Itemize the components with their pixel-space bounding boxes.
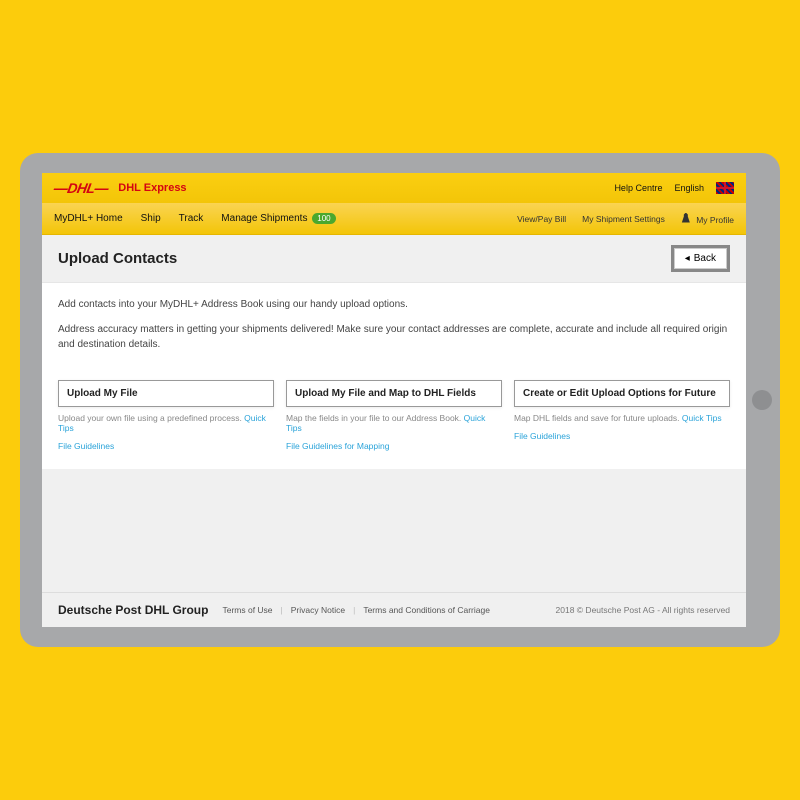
option-map-to-dhl: Upload My File and Map to DHL Fields Map… xyxy=(286,380,502,451)
future-options-guidelines[interactable]: File Guidelines xyxy=(514,431,570,441)
back-button-wrap: ◂ Back xyxy=(671,245,730,272)
brand-label: DHL Express xyxy=(118,182,186,194)
tablet-home-button[interactable] xyxy=(752,390,772,410)
back-button[interactable]: ◂ Back xyxy=(674,248,727,269)
footer-separator-1: | xyxy=(281,605,283,615)
nav-track[interactable]: Track xyxy=(179,213,204,224)
future-options-desc: Map DHL fields and save for future uploa… xyxy=(514,413,730,423)
upload-and-map-button[interactable]: Upload My File and Map to DHL Fields xyxy=(286,380,502,407)
upload-and-map-guidelines[interactable]: File Guidelines for Mapping xyxy=(286,441,389,451)
footer-copyright: 2018 © Deutsche Post AG - All rights res… xyxy=(556,605,730,615)
language-selector[interactable]: English xyxy=(674,183,704,193)
footer-separator-2: | xyxy=(353,605,355,615)
nav-manage-label: Manage Shipments xyxy=(221,213,307,224)
help-centre-link[interactable]: Help Centre xyxy=(614,183,662,193)
page-title: Upload Contacts xyxy=(58,250,177,267)
future-options-quick-tips[interactable]: Quick Tips xyxy=(682,413,722,423)
top-brand-bar: —DHL— DHL Express Help Centre English xyxy=(42,173,746,203)
app-screen: —DHL— DHL Express Help Centre English My… xyxy=(42,173,746,627)
nav-view-pay-bill[interactable]: View/Pay Bill xyxy=(517,214,566,224)
back-button-label: Back xyxy=(694,253,716,264)
footer-carriage-link[interactable]: Terms and Conditions of Carriage xyxy=(363,605,490,615)
footer-terms-link[interactable]: Terms of Use xyxy=(222,605,272,615)
upload-my-file-guidelines[interactable]: File Guidelines xyxy=(58,441,114,451)
nav-my-profile[interactable]: My Profile xyxy=(681,213,734,225)
upload-my-file-desc: Upload your own file using a predefined … xyxy=(58,413,274,433)
upload-and-map-desc-text: Map the fields in your file to our Addre… xyxy=(286,413,464,423)
upload-and-map-desc: Map the fields in your file to our Addre… xyxy=(286,413,502,433)
intro-paragraph-2: Address accuracy matters in getting your… xyxy=(58,322,730,352)
nav-manage-badge: 100 xyxy=(312,213,335,224)
future-options-button[interactable]: Create or Edit Upload Options for Future xyxy=(514,380,730,407)
upload-my-file-button[interactable]: Upload My File xyxy=(58,380,274,407)
nav-home[interactable]: MyDHL+ Home xyxy=(54,213,123,224)
nav-shipment-settings[interactable]: My Shipment Settings xyxy=(582,214,665,224)
content-spacer xyxy=(42,469,746,592)
footer-brand: Deutsche Post DHL Group xyxy=(58,603,208,617)
nav-my-profile-label: My Profile xyxy=(696,215,734,225)
dhl-logo: —DHL— xyxy=(53,180,116,196)
main-nav: MyDHL+ Home Ship Track Manage Shipments … xyxy=(42,203,746,235)
footer-links: Terms of Use | Privacy Notice | Terms an… xyxy=(222,605,489,615)
footer: Deutsche Post DHL Group Terms of Use | P… xyxy=(42,592,746,627)
upload-options-row: Upload My File Upload your own file usin… xyxy=(42,380,746,469)
title-bar: Upload Contacts ◂ Back xyxy=(42,235,746,283)
tablet-frame: —DHL— DHL Express Help Centre English My… xyxy=(20,153,780,647)
option-future-options: Create or Edit Upload Options for Future… xyxy=(514,380,730,451)
upload-my-file-desc-text: Upload your own file using a predefined … xyxy=(58,413,244,423)
intro-paragraph-1: Add contacts into your MyDHL+ Address Bo… xyxy=(58,297,730,312)
footer-privacy-link[interactable]: Privacy Notice xyxy=(291,605,345,615)
option-upload-my-file: Upload My File Upload your own file usin… xyxy=(58,380,274,451)
nav-manage-shipments[interactable]: Manage Shipments 100 xyxy=(221,213,335,224)
intro-content: Add contacts into your MyDHL+ Address Bo… xyxy=(42,283,746,380)
user-icon xyxy=(681,213,691,223)
flag-icon[interactable] xyxy=(716,182,734,194)
future-options-desc-text: Map DHL fields and save for future uploa… xyxy=(514,413,682,423)
chevron-left-icon: ◂ xyxy=(685,253,690,264)
nav-ship[interactable]: Ship xyxy=(141,213,161,224)
